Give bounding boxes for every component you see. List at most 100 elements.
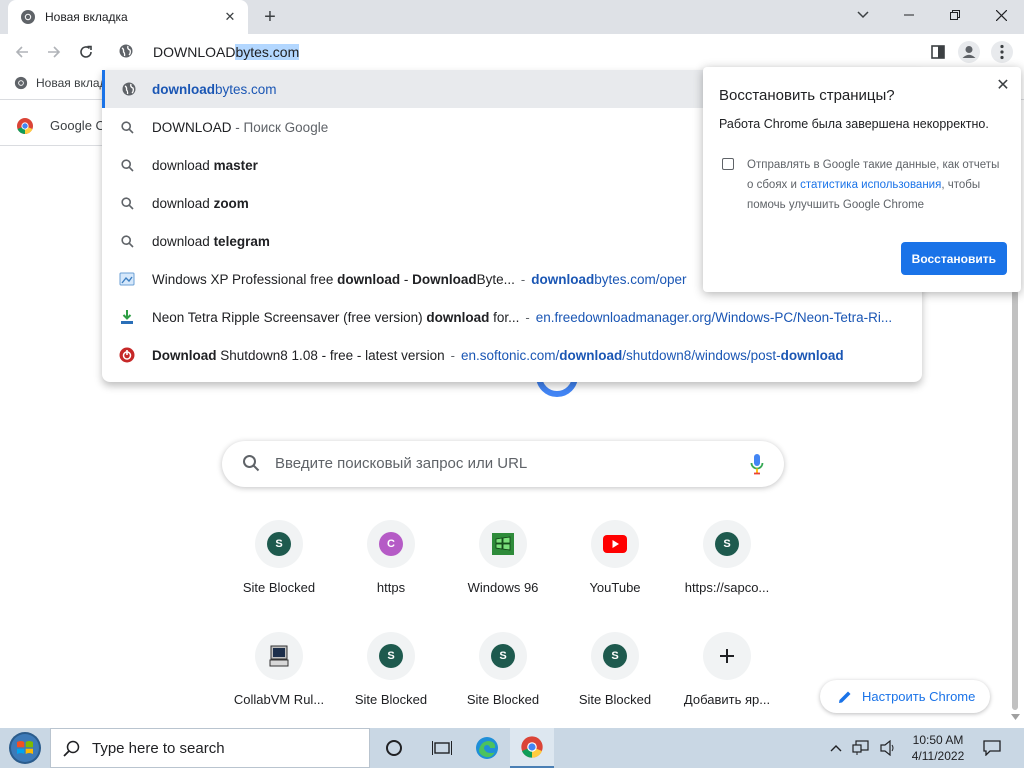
bookmark-item[interactable]: Новая вклад (14, 76, 107, 90)
suggestion-text: DOWNLOAD - Поиск Google (152, 119, 329, 135)
chrome-color-icon (17, 117, 33, 134)
back-button[interactable] (8, 38, 36, 66)
windows96-icon (492, 533, 514, 555)
network-icon[interactable] (852, 740, 870, 756)
suggestion-text: download master (152, 157, 258, 173)
close-icon[interactable]: ✕ (993, 75, 1013, 95)
tile-letter-icon: S (379, 644, 403, 668)
taskbar: Type here to search 10:50 AM 4/11/2022 (0, 728, 1024, 768)
customize-label: Настроить Chrome (862, 689, 976, 704)
reload-button[interactable] (72, 38, 100, 66)
tile-label: Site Blocked (354, 692, 428, 707)
close-icon (995, 9, 1007, 21)
search-icon (120, 234, 134, 248)
arrow-left-icon (15, 46, 28, 58)
minimize-icon (904, 14, 914, 16)
tile-letter-icon: S (267, 532, 291, 556)
address-typed-text: DOWNLOAD (153, 44, 236, 60)
clock-date: 4/11/2022 (911, 749, 965, 763)
ntp-search-box[interactable]: Введите поисковый запрос или URL (222, 441, 784, 487)
taskbar-clock[interactable]: 10:50 AM 4/11/2022 (906, 732, 970, 764)
restore-window-icon (950, 10, 960, 20)
side-panel-button[interactable] (926, 40, 950, 64)
taskbar-search-input[interactable]: Type here to search (50, 728, 370, 768)
download-manager-icon (121, 310, 133, 324)
usage-stats-checkbox[interactable] (722, 158, 734, 170)
menu-button[interactable] (990, 40, 1014, 64)
notifications-button[interactable] (978, 734, 1006, 762)
suggestion-item[interactable]: Neon Tetra Ripple Screensaver (free vers… (102, 298, 922, 336)
tab-search-button[interactable] (840, 0, 886, 30)
chrome-taskbar-button[interactable] (510, 728, 554, 768)
youtube-icon (603, 535, 627, 553)
tile-letter-icon: S (715, 532, 739, 556)
google-shortcut-chip[interactable]: Google C (0, 106, 110, 146)
tile-label: YouTube (589, 580, 641, 595)
tile-label: Site Blocked (466, 692, 540, 707)
search-icon (120, 158, 134, 172)
tab-new-tab[interactable]: Новая вкладка ✕ (8, 0, 248, 34)
suggestion-url: en.softonic.com/download/shutdown8/windo… (460, 347, 844, 363)
profile-icon (958, 41, 980, 63)
usage-stats-link[interactable]: статистика использования (800, 179, 941, 191)
tile-label: CollabVM Rul... (233, 692, 325, 707)
chevron-up-icon[interactable] (830, 744, 842, 752)
suggestion-text: Download Shutdown8 1.08 - free - latest … (152, 347, 445, 363)
profile-button[interactable] (957, 40, 981, 64)
edge-taskbar-button[interactable] (465, 728, 509, 768)
windows-xp-icon (119, 272, 135, 286)
edge-icon (476, 737, 498, 759)
clock-time: 10:50 AM (912, 733, 964, 747)
globe-icon (119, 44, 133, 58)
plus-icon (720, 649, 734, 663)
pencil-icon (839, 691, 851, 703)
task-view-button[interactable] (420, 728, 464, 768)
chevron-down-icon (857, 11, 869, 19)
cortana-button[interactable] (372, 728, 416, 768)
minimize-button[interactable] (886, 0, 932, 30)
shortcut-tile[interactable]: Windows 96 (447, 520, 559, 632)
chrome-icon (21, 10, 35, 24)
shortcut-tile[interactable]: YouTube (559, 520, 671, 632)
dialog-message: Работа Chrome была завершена некорректно… (719, 117, 989, 131)
side-panel-icon (931, 45, 945, 59)
suggestion-text: download zoom (152, 195, 249, 211)
customize-chrome-button[interactable]: Настроить Chrome (820, 680, 990, 713)
softonic-icon (119, 347, 135, 363)
forward-button[interactable] (40, 38, 68, 66)
google-chip-label: Google C (50, 118, 105, 133)
suggestion-text: Windows XP Professional free download - … (152, 271, 515, 287)
cortana-icon (386, 740, 402, 756)
volume-icon[interactable] (880, 740, 898, 756)
tab-close-icon[interactable]: ✕ (222, 9, 238, 25)
microphone-icon[interactable] (750, 453, 764, 475)
shortcut-tile[interactable]: S Site Blocked (223, 520, 335, 632)
chrome-color-icon (521, 736, 543, 758)
new-tab-button[interactable]: + (258, 6, 282, 28)
tab-strip: Новая вкладка ✕ + (0, 0, 1024, 34)
bookmark-label: Новая вклад (36, 76, 107, 90)
tile-label: https (376, 580, 406, 595)
start-button[interactable] (0, 728, 50, 768)
restore-window-button[interactable] (932, 0, 978, 30)
scroll-down-icon[interactable] (1011, 714, 1020, 721)
more-vert-icon (991, 41, 1013, 63)
scrollbar-thumb[interactable] (1012, 290, 1018, 710)
arrow-right-icon (48, 46, 61, 58)
suggestion-item[interactable]: Download Shutdown8 1.08 - free - latest … (102, 336, 922, 374)
windows-start-icon (9, 732, 41, 764)
search-icon (120, 120, 134, 134)
address-bar[interactable]: DOWNLOADbytes.com (102, 34, 922, 70)
system-tray (830, 728, 898, 768)
shortcut-tile[interactable]: S https://sapco... (671, 520, 783, 632)
scrollbar[interactable] (1010, 290, 1020, 710)
tile-label: Site Blocked (578, 692, 652, 707)
suggestion-url: downloadbytes.com/oper (531, 271, 687, 287)
close-window-button[interactable] (978, 0, 1024, 30)
checkbox-label: Отправлять в Google такие данные, как от… (747, 159, 1000, 211)
search-icon (120, 196, 134, 210)
dialog-title: Восстановить страницы? (719, 87, 895, 104)
shortcut-tile[interactable]: C https (335, 520, 447, 632)
tile-letter-icon: C (379, 532, 403, 556)
restore-button[interactable]: Восстановить (900, 242, 1007, 275)
